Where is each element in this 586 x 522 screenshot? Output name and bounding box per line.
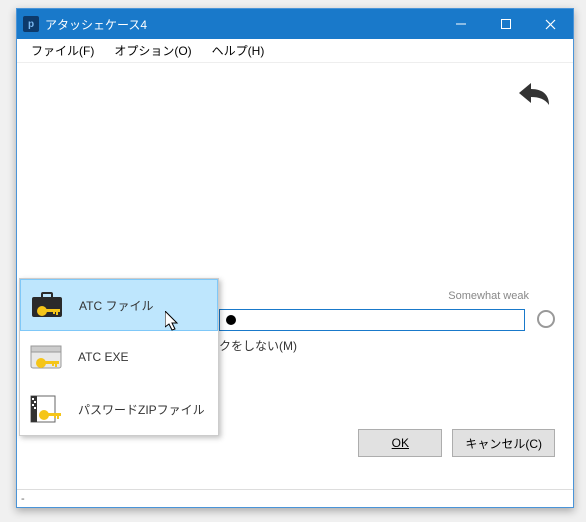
back-arrow-icon [513, 77, 553, 111]
back-button[interactable] [513, 77, 553, 111]
close-icon [545, 19, 556, 30]
maximize-button[interactable] [483, 9, 528, 39]
statusbar: - [17, 489, 573, 507]
app-window: p アタッシェケース4 ファイル(F) オプション(O) ヘルプ(H) Some… [16, 8, 574, 508]
menu-option[interactable]: オプション(O) [104, 39, 201, 62]
statusbar-text: - [21, 493, 25, 505]
app-icon: p [23, 16, 39, 32]
cancel-button[interactable]: キャンセル(C) [452, 429, 555, 457]
format-option-zip[interactable]: パスワードZIPファイル [20, 383, 218, 435]
format-option-atc-exe[interactable]: ATC EXE [20, 331, 218, 383]
briefcase-key-icon [29, 289, 67, 321]
strength-indicator-icon [537, 310, 555, 328]
titlebar: p アタッシェケース4 [17, 9, 573, 39]
mask-checkbox-label-partial[interactable]: クをしない(M) [219, 337, 297, 354]
format-option-atc-file[interactable]: ATC ファイル [20, 279, 218, 331]
dialog-buttons: OK キャンセル(C) [358, 429, 555, 457]
format-option-label: ATC EXE [78, 350, 128, 364]
ok-button[interactable]: OK [358, 429, 442, 457]
maximize-icon [501, 19, 511, 29]
window-controls [438, 9, 573, 39]
content-area: Somewhat weak クをしない(M) [17, 63, 573, 489]
zip-key-icon [28, 393, 66, 425]
password-strength-label: Somewhat weak [448, 290, 529, 302]
menubar: ファイル(F) オプション(O) ヘルプ(H) [17, 39, 573, 63]
exe-key-icon [28, 341, 66, 373]
format-popup-menu: ATC ファイル ATC EXE [19, 278, 219, 436]
format-option-label: パスワードZIPファイル [78, 401, 205, 418]
password-input[interactable] [219, 309, 525, 331]
app-title: アタッシェケース4 [45, 16, 438, 33]
menu-help[interactable]: ヘルプ(H) [202, 39, 275, 62]
close-button[interactable] [528, 9, 573, 39]
minimize-button[interactable] [438, 9, 483, 39]
menu-file[interactable]: ファイル(F) [21, 39, 104, 62]
minimize-icon [456, 19, 466, 29]
password-mask-dot [226, 315, 236, 325]
format-option-label: ATC ファイル [79, 297, 153, 314]
